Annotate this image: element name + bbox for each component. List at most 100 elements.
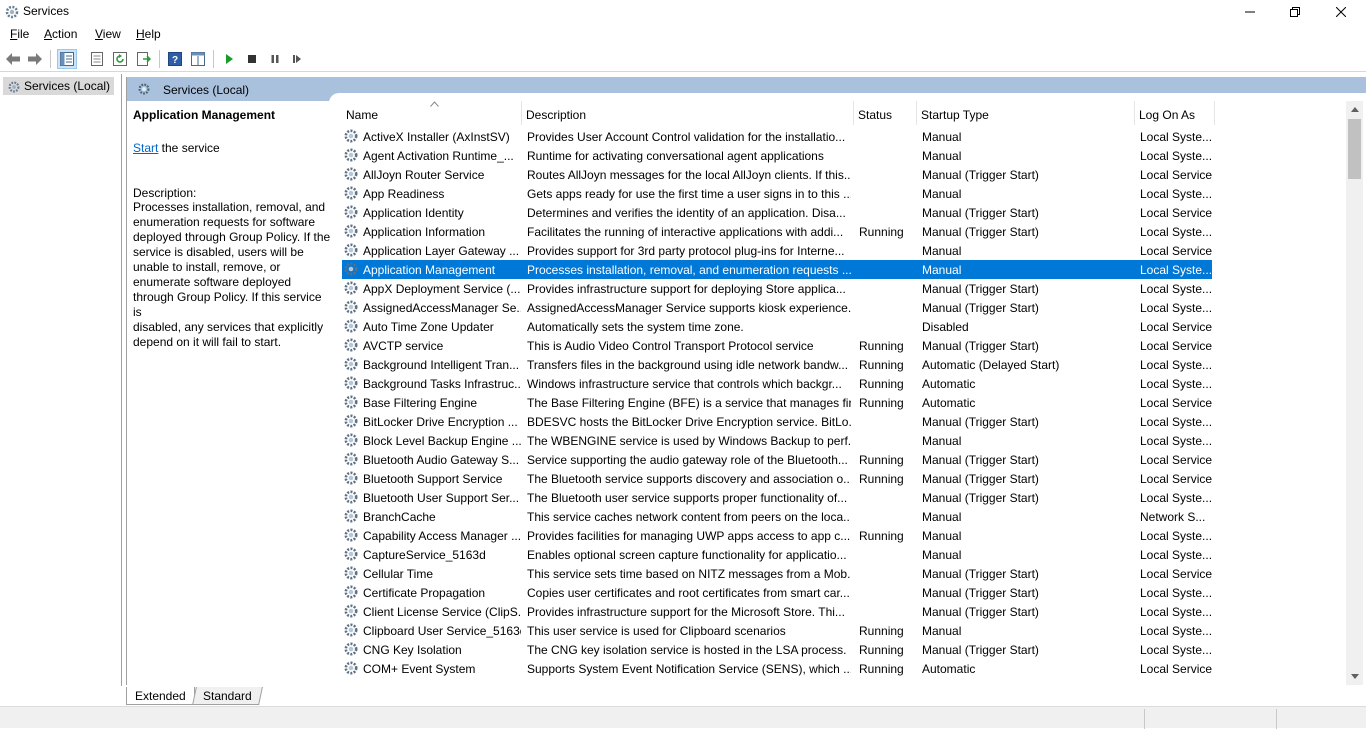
table-row[interactable]: AllJoyn Router Service Routes AllJoyn mes…: [342, 165, 1212, 184]
export-list-button[interactable]: [134, 49, 154, 69]
table-row[interactable]: Agent Activation Runtime_... Runtime for …: [342, 146, 1212, 165]
table-row[interactable]: Client License Service (ClipS... Provides…: [342, 602, 1212, 621]
close-button[interactable]: [1318, 0, 1364, 24]
table-row[interactable]: AppX Deployment Service (... Provides inf…: [342, 279, 1212, 298]
start-service-link[interactable]: Start: [133, 141, 158, 155]
table-row[interactable]: BranchCache This service caches network c…: [342, 507, 1212, 526]
table-row[interactable]: Background Tasks Infrastruc... Windows in…: [342, 374, 1212, 393]
pane-header-label: Services (Local): [163, 83, 250, 97]
table-row[interactable]: Certificate Propagation Copies user certi…: [342, 583, 1212, 602]
table-row[interactable]: COM+ Event System Supports System Event N…: [342, 659, 1212, 678]
properties-icon: [91, 52, 103, 66]
console-tree: Services (Local): [0, 74, 122, 686]
service-status: Running: [859, 396, 904, 410]
table-row[interactable]: Cellular Time This service sets time base…: [342, 564, 1212, 583]
service-log-on-as: Local Service: [1140, 206, 1212, 220]
table-row[interactable]: Application Identity Determines and verif…: [342, 203, 1212, 222]
scrollbar-thumb[interactable]: [1348, 119, 1361, 179]
menu-help[interactable]: Help: [136, 27, 161, 41]
start-service-button[interactable]: [219, 49, 239, 69]
stop-service-icon: [248, 55, 256, 63]
column-header-log-on-as[interactable]: Log On As: [1135, 101, 1215, 125]
table-row[interactable]: AssignedAccessManager Se... AssignedAcces…: [342, 298, 1212, 317]
scroll-up-arrow-icon[interactable]: [1346, 101, 1363, 118]
table-row[interactable]: Clipboard User Service_5163d This user se…: [342, 621, 1212, 640]
service-description: The WBENGINE service is used by Windows …: [527, 434, 851, 448]
service-description: Windows infrastructure service that cont…: [527, 377, 842, 391]
menu-action[interactable]: Action: [44, 27, 77, 41]
service-description: Automatically sets the system time zone.: [527, 320, 744, 334]
table-row[interactable]: Bluetooth User Support Ser... The Bluetoo…: [342, 488, 1212, 507]
show-hide-action-pane-button[interactable]: [188, 49, 208, 69]
table-row[interactable]: ActiveX Installer (AxInstSV) Provides Use…: [342, 127, 1212, 146]
selected-service-title: Application Management: [133, 108, 276, 122]
scroll-down-arrow-icon[interactable]: [1346, 668, 1363, 685]
service-log-on-as: Local Syste...: [1140, 643, 1212, 657]
table-row[interactable]: Bluetooth Support Service The Bluetooth s…: [342, 469, 1212, 488]
restore-icon: [1290, 7, 1300, 17]
column-header-status[interactable]: Status: [854, 101, 917, 125]
table-row[interactable]: Application Information Facilitates the r…: [342, 222, 1212, 241]
service-name: AppX Deployment Service (...: [363, 282, 521, 296]
properties-button[interactable]: [87, 49, 107, 69]
service-description: Supports System Event Notification Servi…: [527, 662, 851, 676]
service-name: AssignedAccessManager Se...: [363, 301, 521, 315]
column-header-name[interactable]: Name: [342, 101, 522, 125]
service-log-on-as: Local Service: [1140, 567, 1212, 581]
service-name: CNG Key Isolation: [363, 643, 462, 657]
description-line: unable to install, remove, or: [133, 260, 281, 274]
refresh-icon: [113, 52, 127, 66]
service-status: Running: [859, 377, 904, 391]
service-startup-type: Automatic (Delayed Start): [922, 358, 1060, 372]
column-header-label: Description: [526, 108, 587, 122]
service-gear-icon: [344, 547, 358, 561]
pause-service-button[interactable]: [265, 49, 285, 69]
table-row[interactable]: CNG Key Isolation The CNG key isolation s…: [342, 640, 1212, 659]
service-gear-icon: [344, 490, 358, 504]
help-button[interactable]: ?: [165, 49, 185, 69]
service-startup-type: Manual (Trigger Start): [922, 453, 1039, 467]
table-row[interactable]: Application Layer Gateway ... Provides su…: [342, 241, 1212, 260]
refresh-button[interactable]: [110, 49, 130, 69]
table-row[interactable]: Block Level Backup Engine ... The WBENGIN…: [342, 431, 1212, 450]
service-startup-type: Automatic: [922, 377, 976, 391]
table-row[interactable]: AVCTP service This is Audio Video Control…: [342, 336, 1212, 355]
column-header-startup-type[interactable]: Startup Type: [917, 101, 1135, 125]
service-log-on-as: Local Service: [1140, 662, 1212, 676]
service-name: Auto Time Zone Updater: [363, 320, 494, 334]
table-row[interactable]: Base Filtering Engine The Base Filtering …: [342, 393, 1212, 412]
service-description: The CNG key isolation service is hosted …: [527, 643, 851, 657]
table-row[interactable]: Application Management Processes installa…: [342, 260, 1212, 279]
table-row[interactable]: BitLocker Drive Encryption ... BDESVC hos…: [342, 412, 1212, 431]
stop-service-button[interactable]: [242, 49, 262, 69]
tab-extended[interactable]: Extended: [126, 687, 195, 705]
vertical-scrollbar[interactable]: [1346, 101, 1363, 685]
tree-item-services-local[interactable]: Services (Local): [3, 77, 115, 95]
service-gear-icon: [344, 566, 358, 580]
table-row[interactable]: Bluetooth Audio Gateway S... Service supp…: [342, 450, 1212, 469]
show-hide-console-tree-button[interactable]: [57, 49, 77, 69]
table-row[interactable]: Auto Time Zone Updater Automatically sets…: [342, 317, 1212, 336]
service-name: Certificate Propagation: [363, 586, 486, 600]
service-startup-type: Manual: [922, 149, 962, 163]
menu-view[interactable]: View: [95, 27, 121, 41]
service-log-on-as: Local Syste...: [1140, 529, 1212, 543]
forward-arrow-icon: [28, 53, 42, 65]
restore-button[interactable]: [1272, 0, 1318, 24]
services-gear-icon: [8, 81, 20, 93]
restart-service-button[interactable]: [288, 49, 308, 69]
table-row[interactable]: App Readiness Gets apps ready for use the…: [342, 184, 1212, 203]
service-status: Running: [859, 662, 904, 676]
minimize-button[interactable]: [1227, 0, 1273, 24]
table-row[interactable]: CaptureService_5163d Enables optional scr…: [342, 545, 1212, 564]
service-status: Running: [859, 225, 904, 239]
service-gear-icon: [344, 205, 358, 219]
service-status: Running: [859, 453, 904, 467]
table-row[interactable]: Background Intelligent Tran... Transfers …: [342, 355, 1212, 374]
column-header-description[interactable]: Description: [522, 101, 854, 125]
forward-button[interactable]: [25, 49, 45, 69]
back-button[interactable]: [3, 49, 23, 69]
tab-standard[interactable]: Standard: [192, 687, 263, 705]
table-row[interactable]: Capability Access Manager ... Provides fa…: [342, 526, 1212, 545]
menu-file[interactable]: File: [10, 27, 29, 41]
